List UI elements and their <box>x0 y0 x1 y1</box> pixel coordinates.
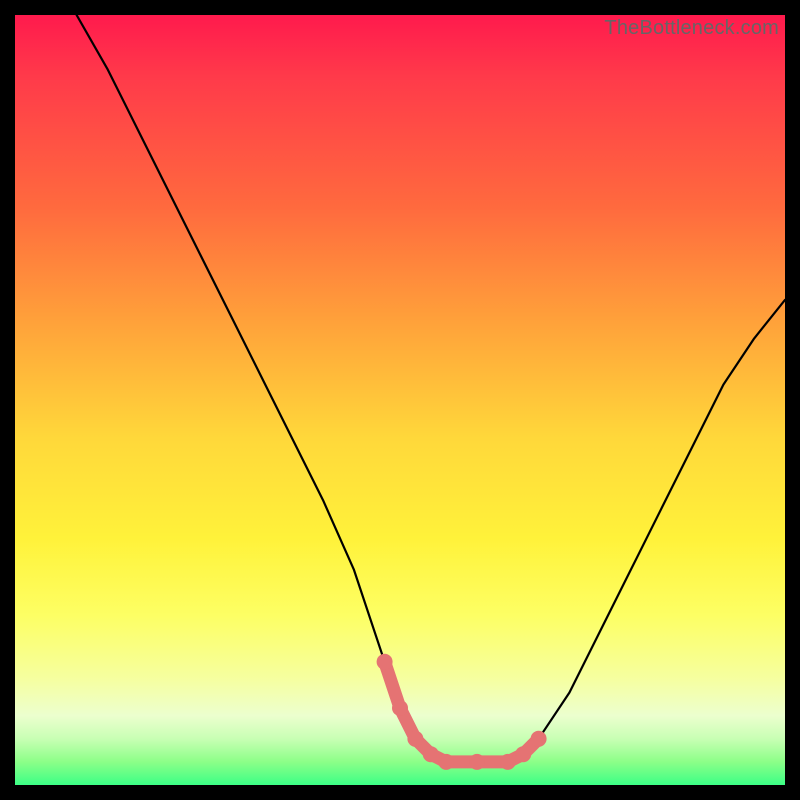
chart-stage: TheBottleneck.com <box>0 0 800 800</box>
highlight-segment <box>385 662 539 762</box>
curve-path <box>77 15 785 762</box>
plot-area: TheBottleneck.com <box>15 15 785 785</box>
highlight-dots <box>377 654 547 770</box>
bottleneck-curve <box>15 15 785 785</box>
